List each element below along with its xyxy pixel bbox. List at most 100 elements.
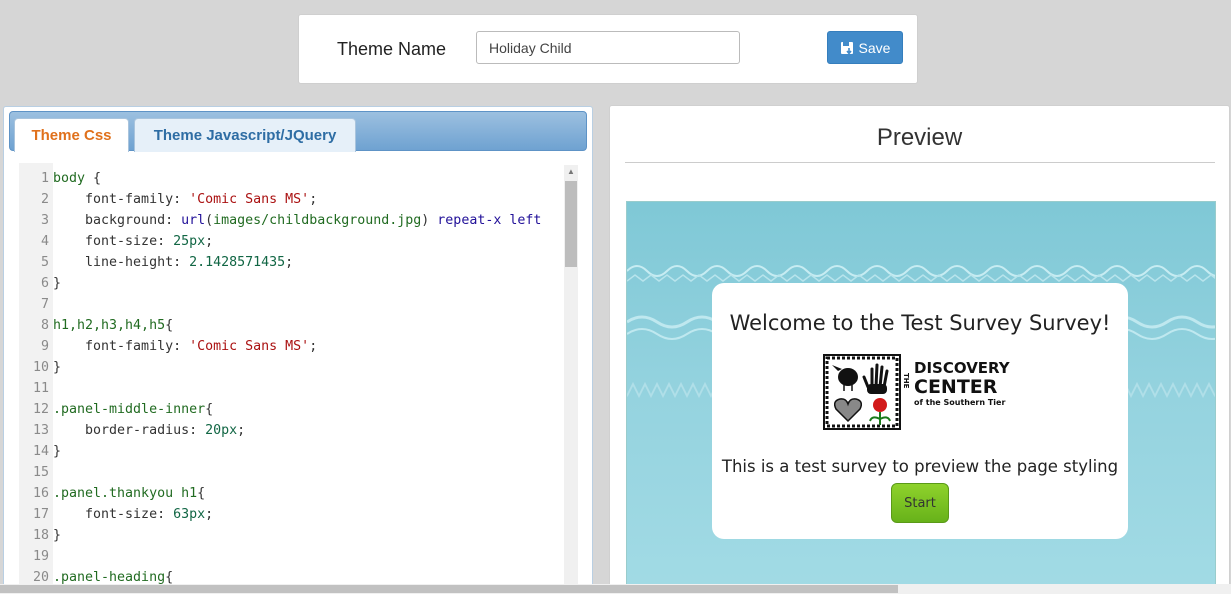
line-number: 13: [32, 423, 49, 438]
code-token: {: [205, 402, 214, 417]
code-token: 2.1428571435: [189, 255, 286, 270]
save-button[interactable]: Save: [827, 31, 903, 64]
code-line[interactable]: 10}: [19, 357, 564, 378]
code-token: 20px: [205, 423, 238, 438]
code-lines[interactable]: 1 body {2 font-family: 'Comic Sans MS'; 3 …: [19, 168, 564, 587]
code-line[interactable]: 16 .panel.thankyou h1{: [19, 483, 564, 504]
logo-discovery-text: DISCOVERY: [914, 359, 1011, 377]
code-token: 'Comic Sans MS': [189, 339, 310, 354]
code-line[interactable]: 14}: [19, 441, 564, 462]
code-token: {: [165, 570, 174, 585]
line-number: 19: [32, 549, 49, 564]
line-number: 14: [32, 444, 49, 459]
code-token: repeat-x: [437, 213, 502, 228]
code-line[interactable]: 19: [19, 546, 564, 567]
code-line[interactable]: 3 background: url(images/childbackground…: [19, 210, 564, 231]
code-line[interactable]: 5 line-height: 2.1428571435;: [19, 252, 564, 273]
code-token: font-family:: [53, 339, 190, 354]
code-line[interactable]: 8 h1,h2,h3,h4,h5{: [19, 315, 564, 336]
code-token: background:: [53, 213, 182, 228]
code-token: line-height:: [53, 255, 190, 270]
tab-theme-css[interactable]: Theme Css: [14, 118, 129, 152]
tab-theme-javascript[interactable]: Theme Javascript/JQuery: [134, 118, 356, 152]
theme-name-input[interactable]: [476, 31, 740, 64]
code-token: font-family:: [53, 192, 190, 207]
code-token: {: [165, 318, 174, 333]
line-number: 9: [40, 339, 49, 354]
logo-subtitle-text: of the Southern Tier: [914, 398, 1005, 407]
line-number: 12: [32, 402, 49, 417]
editor-vertical-scrollbar[interactable]: ▲: [564, 165, 578, 589]
survey-card: Welcome to the Test Survey Survey! THE D…: [712, 283, 1128, 539]
code-token: body: [53, 171, 94, 186]
scrollbar-thumb[interactable]: [565, 181, 577, 267]
line-number: 7: [40, 297, 49, 312]
tab-bar: Theme Css Theme Javascript/JQuery: [9, 111, 587, 152]
code-token: font-size:: [53, 234, 174, 249]
code-token: url: [181, 213, 206, 228]
save-button-label: Save: [858, 39, 891, 56]
code-editor[interactable]: 1 body {2 font-family: 'Comic Sans MS'; 3 …: [19, 163, 564, 587]
code-token: 63px: [173, 507, 206, 522]
code-token: border-radius:: [53, 423, 206, 438]
code-token: ;: [237, 423, 246, 438]
code-line[interactable]: 9 font-family: 'Comic Sans MS';: [19, 336, 564, 357]
scroll-up-arrow-icon[interactable]: ▲: [564, 165, 578, 179]
theme-name-bar: Theme Name Save: [298, 14, 918, 84]
code-token: .panel-middle-inner: [53, 402, 206, 417]
code-line[interactable]: 7: [19, 294, 564, 315]
logo-the-text: THE: [902, 373, 910, 389]
start-button[interactable]: Start: [891, 483, 949, 523]
code-token: 25px: [173, 234, 206, 249]
code-line[interactable]: 4 font-size: 25px;: [19, 231, 564, 252]
page-scrollbar-thumb[interactable]: [0, 585, 898, 593]
code-line[interactable]: 13 border-radius: 20px;: [19, 420, 564, 441]
code-token: }: [53, 360, 62, 375]
code-token: ;: [285, 255, 294, 270]
line-number: 18: [32, 528, 49, 543]
code-line[interactable]: 11: [19, 378, 564, 399]
code-token: ;: [309, 192, 318, 207]
line-number: 17: [32, 507, 49, 522]
code-line[interactable]: 17 font-size: 63px;: [19, 504, 564, 525]
line-number: 10: [32, 360, 49, 375]
code-token: images/childbackground.jpg: [213, 213, 422, 228]
code-token: }: [53, 276, 62, 291]
line-number: 15: [32, 465, 49, 480]
theme-name-label: Theme Name: [337, 39, 447, 59]
discovery-center-logo: THE DISCOVERY CENTER of the Southern Tie…: [823, 354, 1011, 430]
code-token: (: [205, 213, 214, 228]
page-horizontal-scrollbar[interactable]: [0, 584, 1231, 594]
survey-title: Welcome to the Test Survey Survey!: [729, 311, 1111, 335]
code-token: left: [509, 213, 542, 228]
code-token: font-size:: [53, 507, 174, 522]
code-line[interactable]: 18}: [19, 525, 564, 546]
code-token: h1,h2,h3,h4,h5: [53, 318, 166, 333]
line-number: 1: [40, 171, 49, 186]
line-number: 8: [40, 318, 49, 333]
save-icon: [840, 41, 854, 55]
survey-description: This is a test survey to preview the pag…: [721, 457, 1119, 476]
line-number: 3: [40, 213, 49, 228]
preview-panel: Preview Welcome to the Test Survey Surve…: [609, 105, 1230, 594]
code-token: }: [53, 528, 62, 543]
code-token: ;: [205, 234, 214, 249]
code-token: ;: [205, 507, 214, 522]
code-line[interactable]: 15: [19, 462, 564, 483]
code-token: }: [53, 444, 62, 459]
code-line[interactable]: 6}: [19, 273, 564, 294]
code-line[interactable]: 12 .panel-middle-inner{: [19, 399, 564, 420]
preview-frame: Welcome to the Test Survey Survey! THE D…: [626, 201, 1216, 593]
code-line[interactable]: 2 font-family: 'Comic Sans MS';: [19, 189, 564, 210]
line-number: 16: [32, 486, 49, 501]
code-token: {: [93, 171, 102, 186]
preview-title: Preview: [876, 124, 963, 151]
code-line[interactable]: 1 body {: [19, 168, 564, 189]
preview-divider: [625, 162, 1215, 163]
line-number: 4: [40, 234, 49, 249]
code-token: .panel.thankyou h1: [53, 486, 198, 501]
line-number: 6: [40, 276, 49, 291]
line-number: 5: [40, 255, 49, 270]
editor-panel: Theme Css Theme Javascript/JQuery 1 body …: [3, 106, 593, 594]
logo-center-text: CENTER: [914, 376, 998, 398]
